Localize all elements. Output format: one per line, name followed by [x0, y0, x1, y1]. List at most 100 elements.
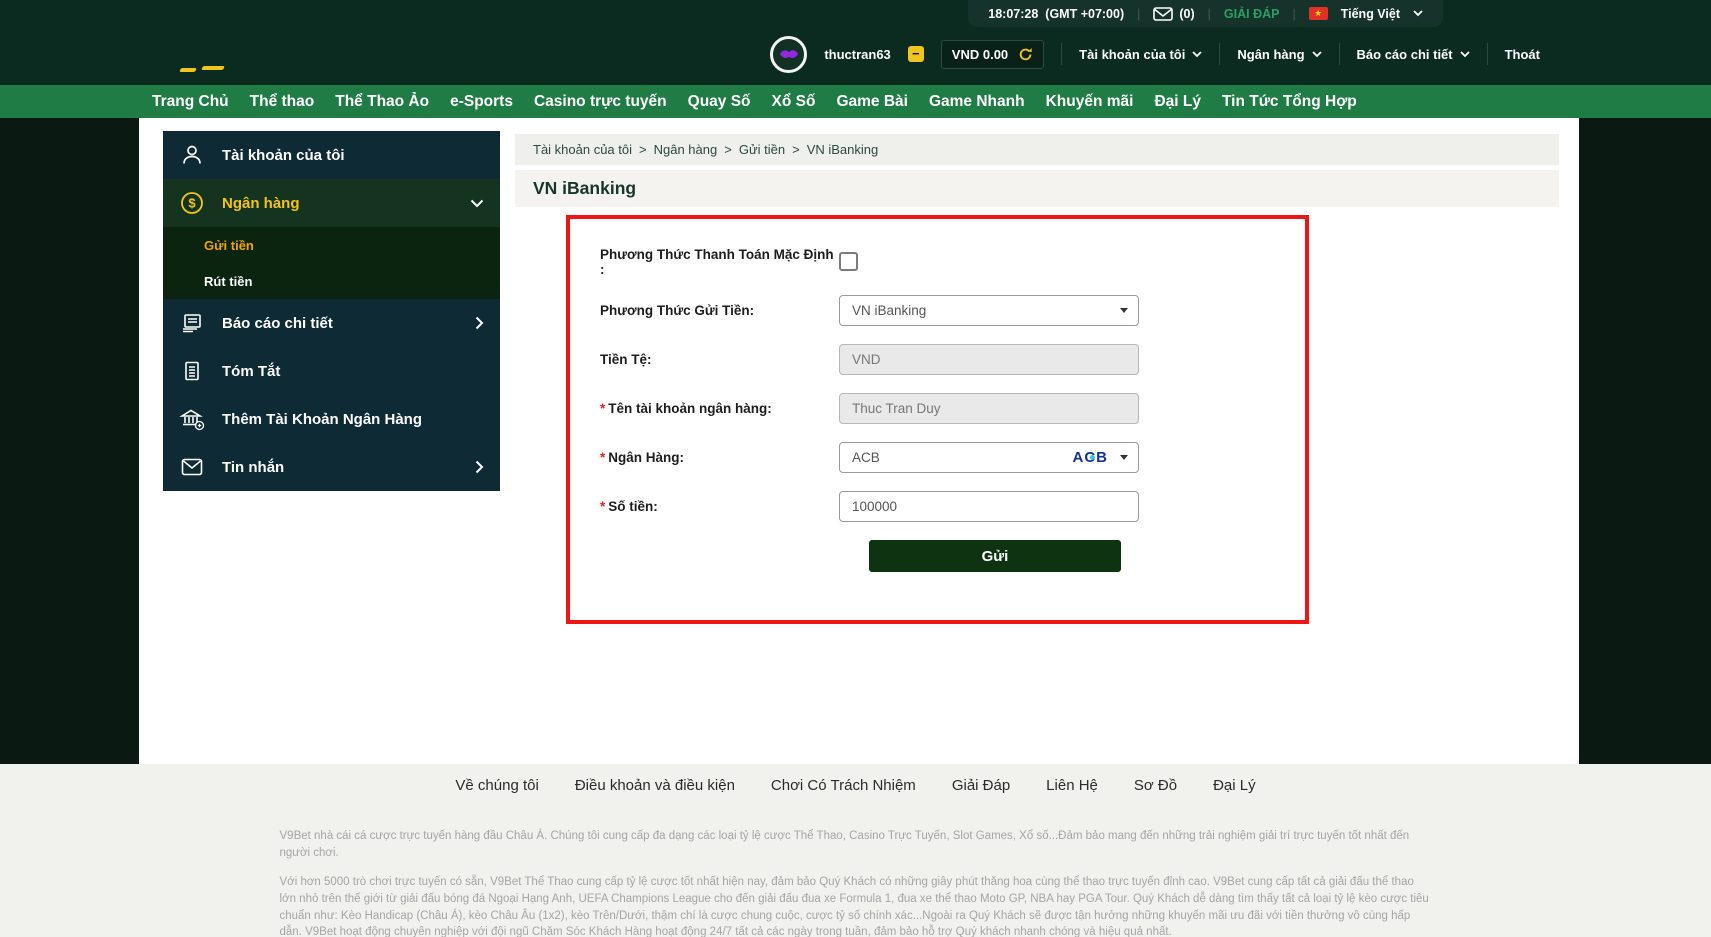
breadcrumb-part[interactable]: Ngân hàng: [654, 142, 718, 157]
mail-count: (0): [1179, 7, 1194, 21]
default-payment-label: Phương Thức Thanh Toán Mặc Định :: [570, 247, 839, 277]
footer-link[interactable]: Giải Đáp: [952, 777, 1010, 794]
nav-item[interactable]: Casino trực tuyến: [534, 93, 667, 111]
nav-item[interactable]: Khuyến mãi: [1046, 93, 1134, 111]
messages-link[interactable]: (0): [1153, 7, 1194, 21]
form-row-account-name: *Tên tài khoản ngân hàng:: [570, 393, 1305, 424]
sidebar: Tài khoản của tôi $ Ngân hàng Gửi tiềnRút t…: [163, 131, 500, 491]
footer: Về chúng tôi Điều khoản và điều kiện Chơi …: [0, 764, 1711, 937]
acb-bank-logo: ACB: [1073, 449, 1109, 466]
menu-my-account[interactable]: Tài khoản của tôi: [1079, 47, 1202, 62]
deposit-method-select[interactable]: VN iBanking: [839, 295, 1139, 326]
refresh-icon[interactable]: [1018, 47, 1033, 62]
sidebar-item-label: Tóm Tắt: [222, 363, 280, 380]
logout-button[interactable]: Thoát: [1505, 47, 1540, 62]
breadcrumb-part[interactable]: Tài khoản của tôi: [533, 142, 632, 157]
nav-item[interactable]: Quay Số: [688, 93, 751, 111]
form-row-amount: *Số tiền:: [570, 491, 1305, 522]
summary-icon: [179, 359, 205, 383]
footer-link[interactable]: Đại Lý: [1213, 777, 1256, 794]
clock-time: 18:07:28 (GMT +07:00): [988, 7, 1124, 21]
separator: |: [1137, 7, 1140, 21]
language-selector[interactable]: Tiếng Việt: [1341, 7, 1400, 21]
sidebar-subitem-withdraw[interactable]: Rút tiền: [163, 263, 500, 299]
submit-button[interactable]: Gửi: [869, 540, 1121, 572]
username: thuctran63: [824, 47, 890, 62]
nav-item[interactable]: Tin Tức Tổng Hợp: [1222, 93, 1357, 111]
bank-select[interactable]: ACB ACB: [839, 442, 1139, 473]
report-icon: [179, 311, 205, 335]
dollar-circle-icon: $: [179, 191, 205, 215]
site-logo[interactable]: [180, 66, 230, 74]
form-row-currency: Tiền Tệ:: [570, 344, 1305, 375]
content-panel: Tài khoản của tôi$Ngân hàngGửi tiềnRút t…: [139, 118, 1579, 764]
sidebar-item-add-bank[interactable]: Thêm Tài Khoản Ngân Hàng: [163, 395, 500, 443]
balance-amount: VND 0.00: [952, 47, 1008, 62]
sidebar-item-summary[interactable]: Tóm Tắt: [163, 347, 500, 395]
nav-item[interactable]: Game Bài: [836, 93, 908, 111]
bank-label: *Ngân Hàng:: [570, 450, 839, 465]
top-utility-bar: 18:07:28 (GMT +07:00) | (0) | GIẢI ĐÁP |…: [968, 0, 1443, 27]
deposit-method-value: VN iBanking: [852, 303, 926, 318]
sidebar-item-label: Tài khoản của tôi: [222, 147, 345, 164]
collapse-balance-icon[interactable]: −: [908, 46, 924, 62]
user-icon: [179, 143, 205, 167]
form-row-bank: *Ngân Hàng: ACB ACB: [570, 442, 1305, 473]
sidebar-subitem-deposit[interactable]: Gửi tiền: [163, 227, 500, 263]
footer-link[interactable]: Liên Hệ: [1046, 777, 1098, 794]
sidebar-item-account[interactable]: Tài khoản của tôi: [163, 131, 500, 179]
nav-item[interactable]: e-Sports: [450, 93, 513, 111]
menu-banking[interactable]: Ngân hàng: [1237, 47, 1321, 62]
footer-link[interactable]: Chơi Có Trách Nhiệm: [771, 777, 916, 794]
account-name-field: [839, 393, 1139, 424]
separator: |: [1208, 7, 1211, 21]
bank-add-icon: [179, 407, 205, 431]
sidebar-item-reports[interactable]: Báo cáo chi tiết: [163, 299, 500, 347]
user-bar: thuctran63 − VND 0.00 Tài khoản của tôi …: [770, 31, 1540, 77]
menu-label: Ngân hàng: [1237, 47, 1304, 62]
form-row-method: Phương Thức Gửi Tiền: VN iBanking: [570, 295, 1305, 326]
divider: [1487, 43, 1488, 65]
default-payment-checkbox[interactable]: [839, 252, 858, 271]
sidebar-item-label: Thêm Tài Khoản Ngân Hàng: [222, 411, 422, 428]
menu-detailed-reports[interactable]: Báo cáo chi tiết: [1357, 47, 1470, 62]
bank-value: ACB: [852, 450, 880, 465]
sidebar-item-messages[interactable]: Tin nhắn: [163, 443, 500, 491]
chevron-down-icon: [470, 199, 484, 208]
footer-description-text: Với hơn 5000 trò chơi trực tuyến có sẵn,…: [280, 874, 1432, 937]
sidebar-item-label: Ngân hàng: [222, 195, 300, 212]
bank-submenu: Gửi tiềnRút tiền: [163, 227, 500, 299]
footer-intro-text: V9Bet nhà cái cá cược trực tuyến hàng đầ…: [280, 828, 1432, 861]
breadcrumb-part: VN iBanking: [807, 142, 879, 157]
nav-item[interactable]: Xổ Số: [772, 93, 816, 111]
svg-text:$: $: [188, 196, 196, 211]
nav-item[interactable]: Thể Thao Ảo: [335, 93, 429, 111]
header: 18:07:28 (GMT +07:00) | (0) | GIẢI ĐÁP |…: [0, 0, 1711, 85]
footer-link[interactable]: Về chúng tôi: [455, 777, 538, 794]
chevron-right-icon: [475, 460, 484, 474]
account-name-label: *Tên tài khoản ngân hàng:: [570, 401, 839, 416]
menu-label: Báo cáo chi tiết: [1357, 47, 1453, 62]
footer-link[interactable]: Điều khoản và điều kiện: [575, 777, 735, 794]
nav-item[interactable]: Game Nhanh: [929, 93, 1025, 111]
chevron-down-icon: [1413, 10, 1423, 17]
mail-icon: [1153, 7, 1173, 21]
sidebar-item-label: Tin nhắn: [222, 459, 284, 476]
chevron-down-icon: [1192, 51, 1202, 58]
nav-item[interactable]: Đại Lý: [1154, 93, 1201, 111]
main-content: Tài khoản của tôi>Ngân hàng>Gửi tiền>VN …: [515, 134, 1559, 624]
vietnam-flag-icon: ★: [1309, 7, 1328, 20]
nav-item[interactable]: Trang Chủ: [152, 93, 229, 111]
footer-links: Về chúng tôi Điều khoản và điều kiện Chơi …: [280, 764, 1432, 794]
amount-input[interactable]: [839, 491, 1139, 522]
nav-item[interactable]: Thể thao: [250, 93, 315, 111]
main-nav: Trang Chủ Thể thao Thể Thao Ảo e-Sports Casi…: [0, 85, 1711, 118]
avatar[interactable]: [770, 36, 807, 73]
breadcrumb-part[interactable]: Gửi tiền: [739, 142, 785, 157]
faq-link[interactable]: GIẢI ĐÁP: [1224, 7, 1280, 21]
sidebar-item-bank[interactable]: $ Ngân hàng: [163, 179, 500, 227]
message-icon: [179, 455, 205, 479]
breadcrumb-separator: >: [792, 142, 800, 157]
caret-down-icon: [1120, 455, 1128, 460]
footer-link[interactable]: Sơ Đồ: [1134, 777, 1177, 794]
